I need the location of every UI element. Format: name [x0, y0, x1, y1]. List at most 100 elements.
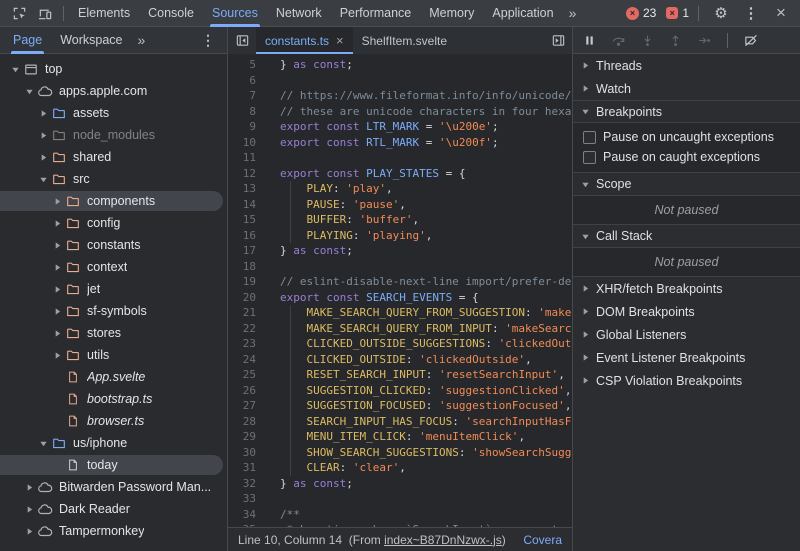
chevron-down-icon[interactable]: [22, 87, 36, 96]
tree-item-bitwarden-password-man[interactable]: Bitwarden Password Man...: [0, 476, 227, 498]
line-number[interactable]: 25: [228, 367, 256, 383]
tree-item-shared[interactable]: shared: [0, 146, 227, 168]
section-breakpoints[interactable]: Breakpoints: [573, 100, 800, 123]
line-number[interactable]: 12: [228, 166, 256, 182]
close-tab-icon[interactable]: ×: [336, 34, 344, 47]
line-number-gutter[interactable]: 5 6 7 8 9 10 11 12 13 14 15 16 17 18 19 20 21 22 23 24 25 26 2…: [228, 54, 262, 527]
line-number[interactable]: 23: [228, 336, 256, 352]
tree-item-constants[interactable]: constants: [0, 234, 227, 256]
editor-tab-constants-ts[interactable]: constants.ts ×: [256, 27, 353, 54]
line-number[interactable]: 30: [228, 445, 256, 461]
tree-item-top[interactable]: top: [0, 58, 227, 80]
line-number[interactable]: 7: [228, 88, 256, 104]
hide-navigator-icon[interactable]: [228, 27, 256, 54]
line-number[interactable]: 21: [228, 305, 256, 321]
chevron-right-icon[interactable]: [50, 329, 64, 338]
line-number[interactable]: 6: [228, 73, 256, 89]
settings-gear-icon[interactable]: ⚙: [708, 0, 734, 26]
tab-memory[interactable]: Memory: [420, 0, 483, 27]
chevron-down-icon[interactable]: [8, 65, 22, 74]
show-debugger-sidebar-icon[interactable]: [544, 27, 572, 54]
tab-sources[interactable]: Sources: [203, 0, 267, 27]
chevron-right-icon[interactable]: [50, 197, 64, 206]
section-event-listener-breakpoints[interactable]: Event Listener Breakpoints: [573, 346, 800, 369]
line-number[interactable]: 29: [228, 429, 256, 445]
line-number[interactable]: 16: [228, 228, 256, 244]
line-number[interactable]: 18: [228, 259, 256, 275]
device-toolbar-icon[interactable]: [32, 0, 58, 26]
tree-item-utils[interactable]: utils: [0, 344, 227, 366]
tree-item-components[interactable]: components: [0, 190, 227, 212]
navigator-tab-workspace[interactable]: Workspace: [51, 27, 131, 54]
line-number[interactable]: 19: [228, 274, 256, 290]
tree-item-stores[interactable]: stores: [0, 322, 227, 344]
section-scope[interactable]: Scope: [573, 173, 800, 196]
inspect-element-icon[interactable]: [6, 0, 32, 26]
section-threads[interactable]: Threads: [573, 54, 800, 77]
line-number[interactable]: 13: [228, 181, 256, 197]
line-number[interactable]: 27: [228, 398, 256, 414]
line-number[interactable]: 35: [228, 522, 256, 527]
checkbox-unchecked[interactable]: [583, 150, 596, 164]
tree-item-today[interactable]: today: [0, 454, 227, 476]
deactivate-breakpoints-icon[interactable]: [743, 33, 759, 48]
chevron-right-icon[interactable]: [22, 505, 36, 514]
source-code[interactable]: } as const; // https://www.fileformat.in…: [262, 54, 572, 527]
line-number[interactable]: 28: [228, 414, 256, 430]
tree-item-dark-reader[interactable]: Dark Reader: [0, 498, 227, 520]
issues-count[interactable]: 1: [682, 6, 689, 20]
line-number[interactable]: 9: [228, 119, 256, 135]
close-devtools-icon[interactable]: ×: [768, 0, 794, 26]
chevron-right-icon[interactable]: [50, 351, 64, 360]
line-number[interactable]: 17: [228, 243, 256, 259]
section-csp-violation-breakpoints[interactable]: CSP Violation Breakpoints: [573, 369, 800, 392]
section-xhr-fetch-breakpoints[interactable]: XHR/fetch Breakpoints: [573, 277, 800, 300]
source-map-file-link[interactable]: index~B87DnNzwx-.js: [384, 533, 502, 547]
chevron-right-icon[interactable]: [50, 285, 64, 294]
tree-item-src[interactable]: src: [0, 168, 227, 190]
chevron-right-icon[interactable]: [22, 527, 36, 536]
tab-elements[interactable]: Elements: [69, 0, 139, 27]
coverage-link[interactable]: Covera: [511, 533, 562, 547]
kebab-menu-icon[interactable]: ⋮: [738, 0, 764, 26]
line-number[interactable]: 11: [228, 150, 256, 166]
tab-performance[interactable]: Performance: [331, 0, 421, 27]
chevron-right-icon[interactable]: [50, 307, 64, 316]
navigator-tab-page[interactable]: Page: [4, 27, 51, 54]
chevron-down-icon[interactable]: [36, 175, 50, 184]
tree-item-sf-symbols[interactable]: sf-symbols: [0, 300, 227, 322]
chevron-right-icon[interactable]: [36, 153, 50, 162]
navigator-kebab-icon[interactable]: ⋮: [193, 32, 223, 49]
line-number[interactable]: 33: [228, 491, 256, 507]
tree-item-bootstrap-ts[interactable]: bootstrap.ts: [0, 388, 227, 410]
line-number[interactable]: 24: [228, 352, 256, 368]
checkbox-row-pause-on-caught-exceptions[interactable]: Pause on caught exceptions: [573, 147, 800, 167]
line-number[interactable]: 15: [228, 212, 256, 228]
line-number[interactable]: 8: [228, 104, 256, 120]
tree-item-context[interactable]: context: [0, 256, 227, 278]
line-number[interactable]: 5: [228, 57, 256, 73]
more-navigator-tabs-icon[interactable]: »: [132, 32, 152, 48]
line-number[interactable]: 20: [228, 290, 256, 306]
tree-item-tampermonkey[interactable]: Tampermonkey: [0, 520, 227, 542]
tree-item-us-iphone[interactable]: us/iphone: [0, 432, 227, 454]
tree-item-app-svelte[interactable]: App.svelte: [0, 366, 227, 388]
tree-item-assets[interactable]: assets: [0, 102, 227, 124]
more-panels-icon[interactable]: »: [563, 5, 583, 21]
section-dom-breakpoints[interactable]: DOM Breakpoints: [573, 300, 800, 323]
line-number[interactable]: 14: [228, 197, 256, 213]
line-number[interactable]: 31: [228, 460, 256, 476]
tree-item-jet[interactable]: jet: [0, 278, 227, 300]
checkbox-unchecked[interactable]: [583, 130, 596, 144]
issues-badge-icon[interactable]: ×: [666, 7, 679, 19]
chevron-right-icon[interactable]: [36, 131, 50, 140]
line-number[interactable]: 22: [228, 321, 256, 337]
chevron-down-icon[interactable]: [36, 439, 50, 448]
chevron-right-icon[interactable]: [50, 241, 64, 250]
line-number[interactable]: 10: [228, 135, 256, 151]
error-count[interactable]: 23: [643, 6, 656, 20]
tree-item-browser-ts[interactable]: browser.ts: [0, 410, 227, 432]
line-number[interactable]: 34: [228, 507, 256, 523]
tree-item-config[interactable]: config: [0, 212, 227, 234]
line-number[interactable]: 26: [228, 383, 256, 399]
